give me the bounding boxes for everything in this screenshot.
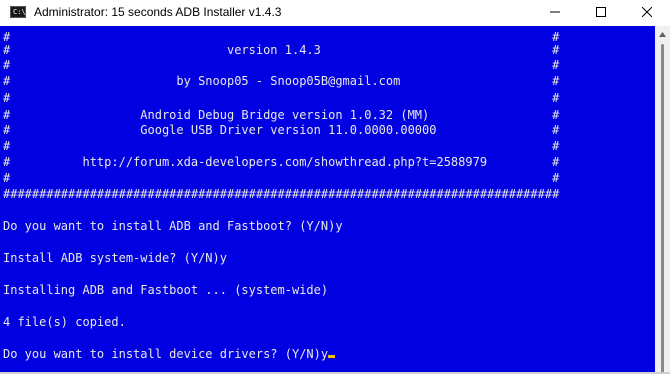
console-line: ########################################… [3, 187, 560, 201]
maximize-button[interactable] [578, 0, 624, 24]
chevron-up-icon [659, 31, 666, 37]
cmd-icon: C:\ [10, 6, 26, 18]
window-controls [532, 0, 670, 24]
minimize-button[interactable] [532, 0, 578, 24]
console-line: # # [3, 58, 560, 72]
console-line: Do you want to install device drivers? (… [3, 347, 329, 361]
console-line: # version 1.4.3 # [3, 43, 560, 57]
console-line: # Android Debug Bridge version 1.0.32 (M… [3, 108, 560, 122]
console-line: Installing ADB and Fastboot ... (system-… [3, 283, 329, 297]
console-line: # Google USB Driver version 11.0.0000.00… [3, 123, 560, 137]
close-icon [642, 7, 652, 17]
console-line: # # [3, 139, 560, 153]
console-line: 4 file(s) copied. [3, 315, 126, 329]
scroll-thumb[interactable] [661, 44, 664, 374]
close-button[interactable] [624, 0, 670, 24]
text-cursor [328, 355, 336, 358]
window-title: Administrator: 15 seconds ADB Installer … [34, 5, 282, 19]
console-line: Install ADB system-wide? (Y/N)y [3, 251, 227, 265]
console-line: # # [3, 91, 560, 105]
console-line: # http://forum.xda-developers.com/showth… [3, 155, 560, 169]
vertical-scrollbar[interactable] [655, 26, 670, 374]
cmd-icon-label: C:\ [13, 8, 26, 16]
scroll-up-button[interactable] [655, 26, 670, 42]
console-line: # by Snoop05 - Snoop05B@gmail.com # [3, 74, 560, 88]
maximize-icon [596, 7, 606, 17]
console-line: # # [3, 171, 560, 185]
console-output[interactable]: # # # version 1.4.3 # # # # by Snoop05 -… [0, 26, 655, 372]
title-bar: C:\ Administrator: 15 seconds ADB Instal… [0, 0, 670, 24]
console-prompt-line: Do you want to install device drivers? (… [3, 347, 336, 362]
minimize-icon [550, 11, 560, 13]
console-line: Do you want to install ADB and Fastboot?… [3, 219, 343, 233]
